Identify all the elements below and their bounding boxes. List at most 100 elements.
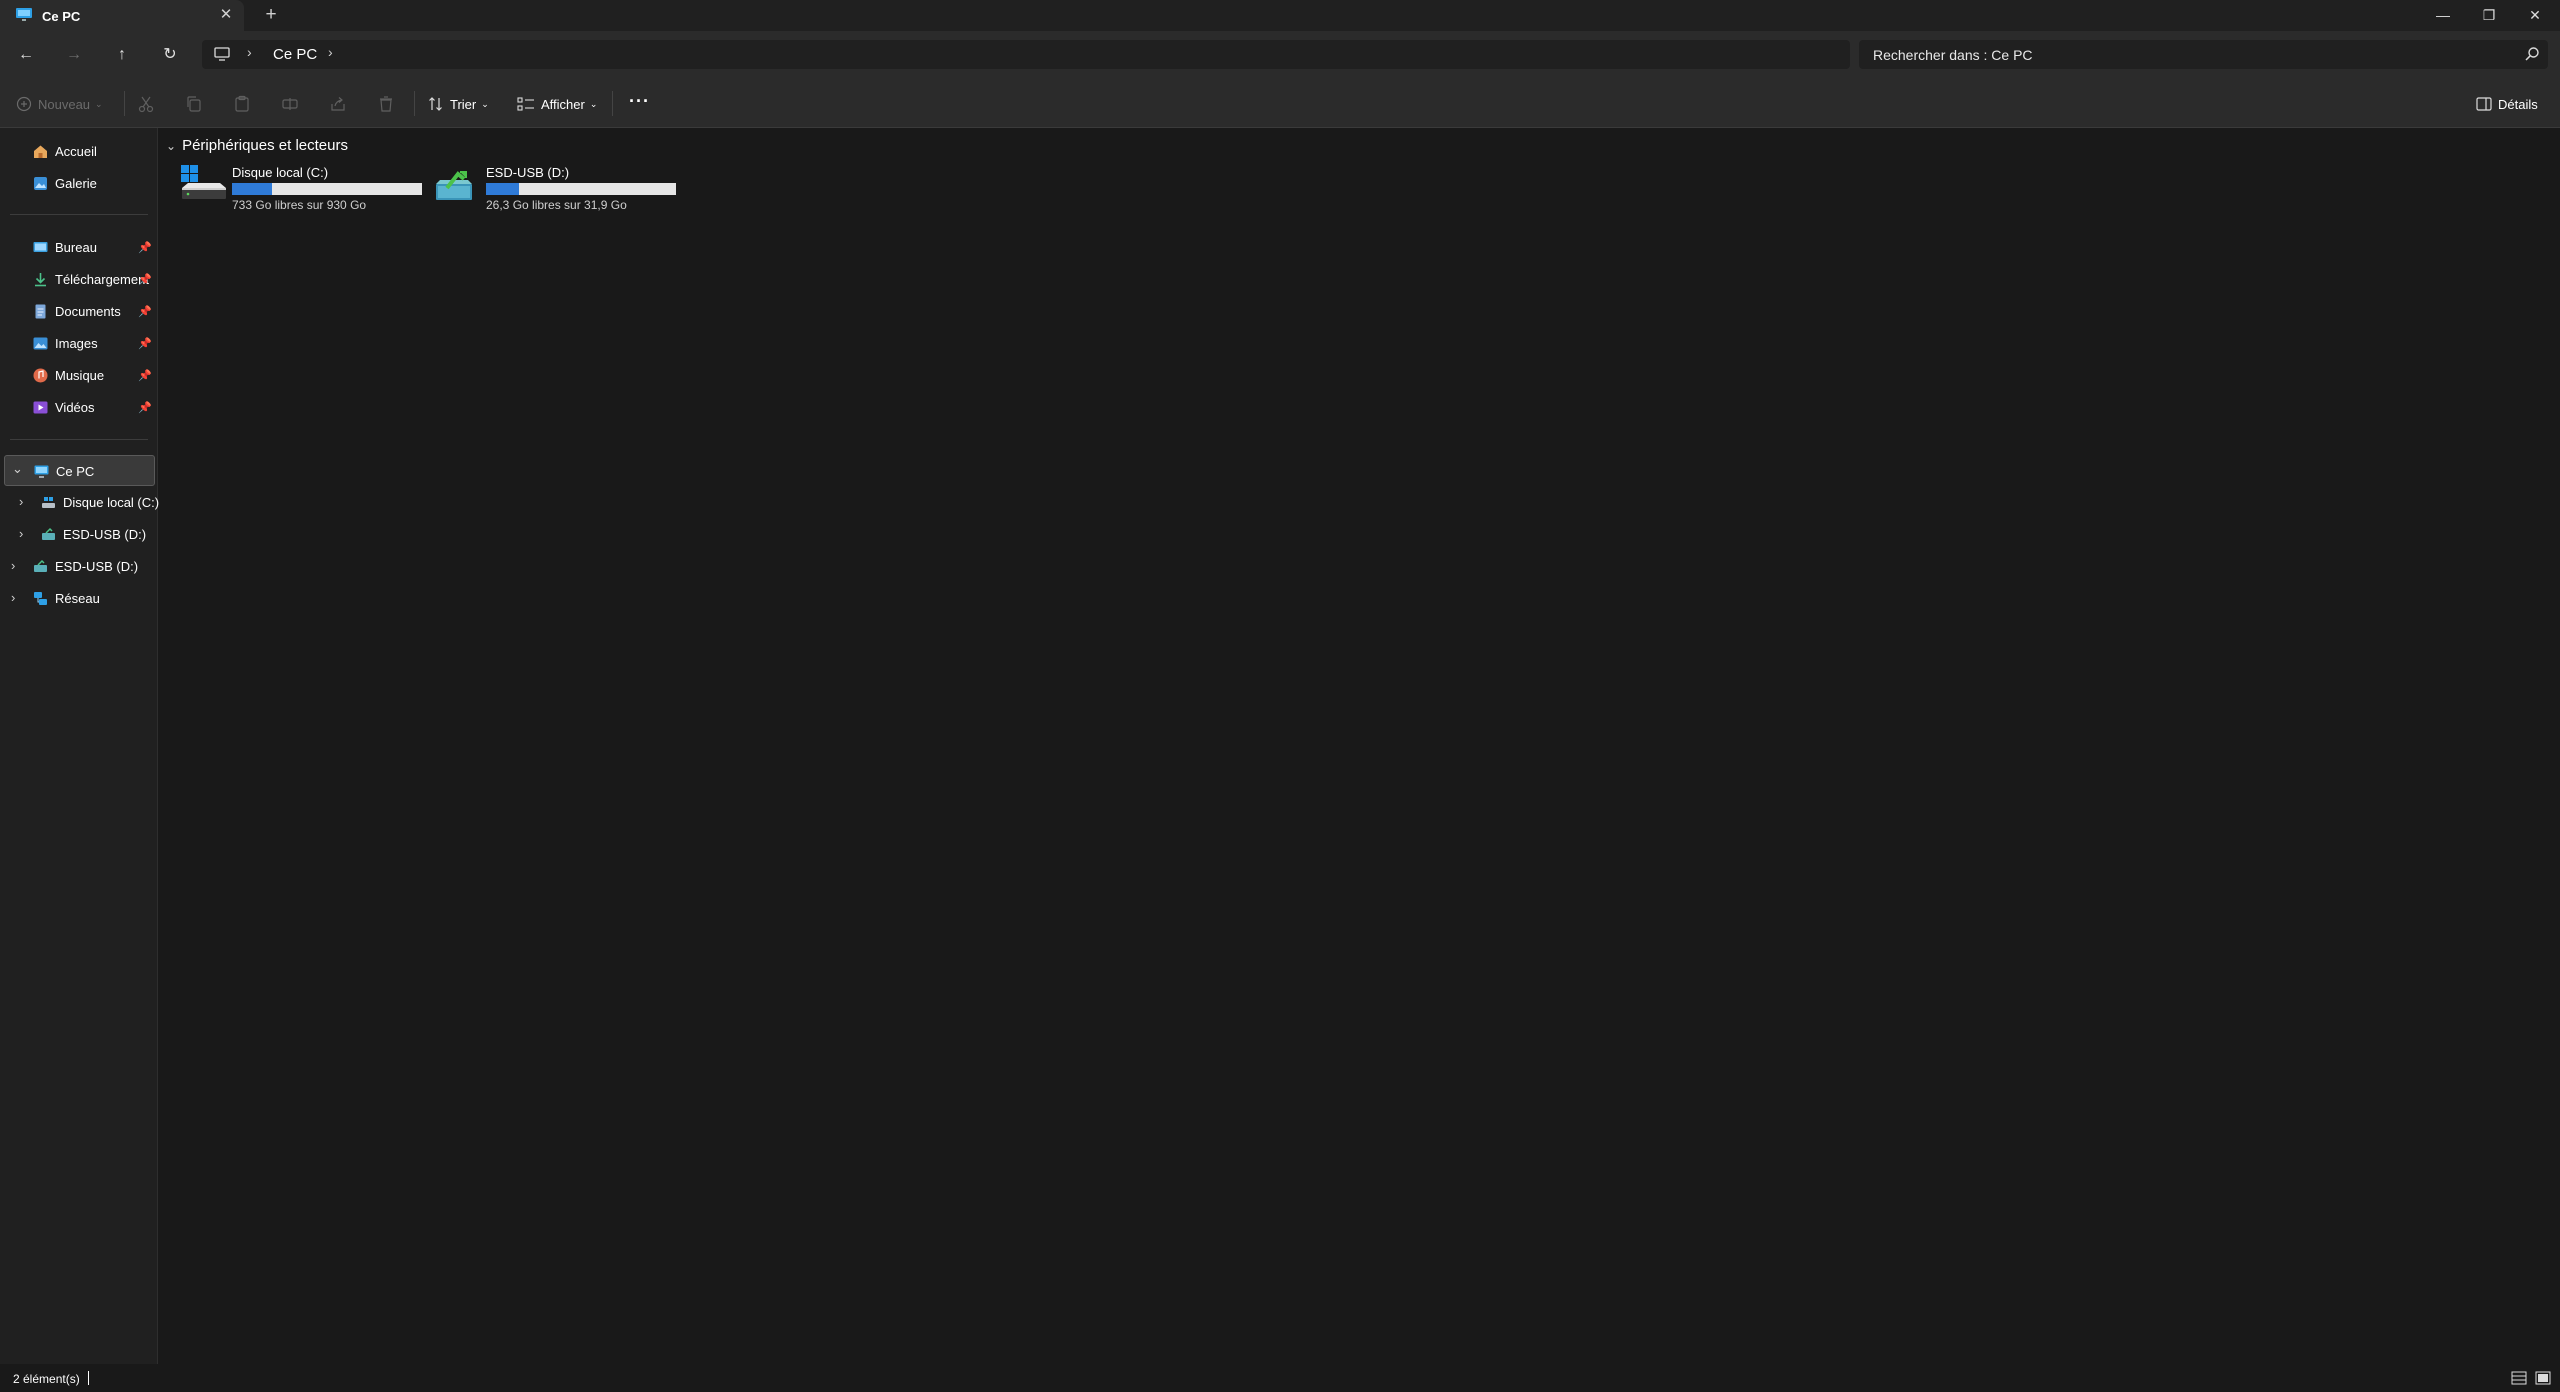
title-bar: Ce PC ✕ + — ❐ ✕: [0, 0, 2560, 31]
delete-icon[interactable]: [377, 95, 395, 113]
details-label: Détails: [2498, 96, 2538, 112]
breadcrumb-separator[interactable]: ›: [328, 44, 333, 60]
copy-icon[interactable]: [185, 95, 203, 113]
search-input[interactable]: Rechercher dans : Ce PC: [1859, 40, 2548, 69]
pin-icon[interactable]: 📌: [138, 337, 152, 350]
status-bar: 2 élément(s): [0, 1364, 2560, 1392]
minimize-button[interactable]: —: [2420, 2, 2466, 28]
divider: [124, 91, 125, 116]
sidebar-item-videos[interactable]: Vidéos 📌: [4, 392, 155, 422]
rename-icon[interactable]: [281, 95, 299, 113]
tab-close-icon[interactable]: ✕: [218, 6, 234, 24]
drive-icon: [42, 497, 55, 508]
pin-icon[interactable]: 📌: [138, 305, 152, 318]
large-icons-view-icon[interactable]: [2535, 1370, 2551, 1386]
breadcrumb-separator[interactable]: ›: [247, 44, 252, 60]
sidebar-item-ce-pc[interactable]: ⌄ Ce PC: [4, 455, 155, 486]
group-header-devices[interactable]: ⌄ Périphériques et lecteurs: [166, 137, 348, 154]
new-button[interactable]: Nouveau ⌄: [16, 94, 103, 114]
sidebar-item-label: Vidéos: [55, 400, 95, 415]
drive-tile-c[interactable]: Disque local (C:) 733 Go libres sur 930 …: [180, 164, 430, 216]
sidebar-item-esd-usb-child[interactable]: › ESD-USB (D:): [4, 519, 155, 549]
chevron-right-icon[interactable]: ›: [19, 526, 23, 541]
documents-icon: [35, 304, 46, 319]
back-button[interactable]: ←: [14, 43, 38, 67]
sidebar-item-esd-usb[interactable]: › ESD-USB (D:): [4, 551, 155, 581]
chevron-right-icon[interactable]: ›: [11, 590, 15, 605]
drive-name: Disque local (C:): [232, 165, 329, 180]
sidebar-item-bureau[interactable]: Bureau 📌: [4, 232, 155, 262]
view-button[interactable]: Afficher ⌄: [517, 94, 597, 114]
close-window-button[interactable]: ✕: [2512, 2, 2558, 28]
usb-drive-icon: [34, 559, 47, 572]
pin-icon[interactable]: 📌: [138, 369, 152, 382]
divider: [10, 214, 148, 215]
drive-tile-d[interactable]: ESD-USB (D:) 26,3 Go libres sur 31,9 Go: [434, 164, 684, 216]
drive-usage-fill: [232, 183, 273, 195]
tab-ce-pc[interactable]: Ce PC ✕: [0, 0, 244, 31]
drive-name: ESD-USB (D:): [486, 165, 570, 180]
navigation-pane: Accueil Galerie Bureau 📌 Téléchargement …: [0, 128, 159, 1364]
details-pane-button[interactable]: Détails: [2476, 94, 2538, 114]
usb-drive-icon: [436, 171, 472, 200]
sort-button[interactable]: Trier ⌄: [428, 94, 489, 114]
restore-button[interactable]: ❐: [2466, 2, 2512, 28]
drive-free-space: 26,3 Go libres sur 31,9 Go: [486, 198, 627, 212]
content-area: ⌄ Périphériques et lecteurs Disque local…: [159, 128, 2560, 1364]
chevron-down-icon[interactable]: ⌄: [12, 461, 23, 477]
view-icon: [517, 97, 534, 111]
status-separator: [88, 1371, 89, 1385]
paste-icon[interactable]: [233, 95, 251, 113]
monitor-icon: [214, 47, 230, 61]
more-options-button[interactable]: ···: [629, 91, 650, 111]
search-placeholder: Rechercher dans : Ce PC: [1873, 47, 2033, 63]
chevron-down-icon: ⌄: [481, 98, 489, 109]
sidebar-item-label: Disque local (C:): [63, 495, 160, 510]
sidebar-item-label: ESD-USB (D:): [63, 527, 147, 542]
address-bar[interactable]: › Ce PC ›: [202, 40, 1850, 69]
sidebar-item-label: Réseau: [55, 591, 100, 606]
details-view-icon[interactable]: [2511, 1370, 2527, 1386]
new-label: Nouveau: [38, 96, 91, 112]
address-row: ← → ↑ ↻ › Ce PC › Rechercher dans : Ce P…: [0, 31, 2560, 78]
sidebar-item-images[interactable]: Images 📌: [4, 328, 155, 358]
sidebar-item-label: Galerie: [55, 176, 97, 191]
sidebar-item-galerie[interactable]: Galerie: [4, 168, 155, 198]
more-icon: ···: [629, 90, 650, 111]
up-button[interactable]: ↑: [110, 43, 134, 67]
search-icon[interactable]: [2524, 46, 2540, 62]
sidebar-item-label: Téléchargement: [55, 272, 149, 287]
videos-icon: [33, 401, 48, 414]
sort-icon: [429, 97, 442, 111]
new-tab-button[interactable]: +: [261, 5, 281, 25]
sidebar-item-documents[interactable]: Documents 📌: [4, 296, 155, 326]
pictures-icon: [33, 337, 48, 350]
pin-icon[interactable]: 📌: [138, 241, 152, 254]
chevron-right-icon[interactable]: ›: [11, 558, 15, 573]
share-icon[interactable]: [329, 95, 347, 113]
sidebar-item-label: Images: [55, 336, 98, 351]
pin-icon[interactable]: 📌: [138, 401, 152, 414]
this-pc-icon: [16, 8, 32, 21]
tab-title: Ce PC: [42, 9, 81, 24]
windows-drive-icon: [181, 165, 226, 199]
drive-usage-bar: [232, 183, 422, 195]
drive-usage-fill: [486, 183, 520, 195]
chevron-down-icon: ⌄: [589, 98, 598, 109]
sort-label: Trier: [450, 96, 477, 112]
cut-icon[interactable]: [137, 95, 155, 113]
chevron-down-icon[interactable]: ⌄: [166, 139, 176, 153]
sidebar-item-musique[interactable]: Musique 📌: [4, 360, 155, 390]
chevron-right-icon[interactable]: ›: [19, 494, 23, 509]
sidebar-item-accueil[interactable]: Accueil: [4, 136, 155, 166]
music-icon: [33, 368, 48, 383]
sidebar-item-reseau[interactable]: › Réseau: [4, 583, 155, 613]
forward-button[interactable]: →: [62, 43, 86, 67]
pin-icon[interactable]: 📌: [138, 273, 152, 286]
sidebar-item-disque-local-c[interactable]: › Disque local (C:): [4, 487, 159, 517]
divider: [10, 439, 148, 440]
sidebar-item-telechargement[interactable]: Téléchargement 📌: [4, 264, 155, 294]
divider: [414, 91, 415, 116]
breadcrumb-ce-pc[interactable]: Ce PC: [273, 46, 317, 63]
refresh-button[interactable]: ↻: [158, 43, 182, 67]
